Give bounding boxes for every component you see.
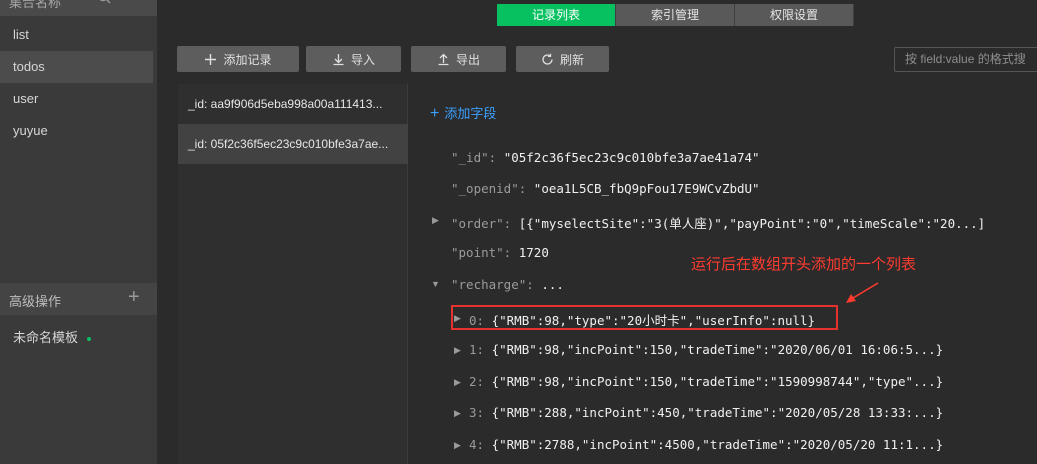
field-id: "_id": "05f2c36f5ec23c9c010bfe3a7ae41a74… bbox=[451, 150, 760, 165]
advanced-ops-header: 高级操作 + bbox=[0, 283, 157, 315]
annotation-text: 运行后在数组开头添加的一个列表 bbox=[691, 256, 917, 273]
array-value[interactable]: {"RMB":2788,"incPoint":4500,"tradeTime":… bbox=[492, 437, 944, 452]
expand-arrow-icon[interactable]: ▶ bbox=[454, 440, 461, 451]
array-value[interactable]: {"RMB":288,"incPoint":450,"tradeTime":"2… bbox=[492, 405, 944, 420]
collection-item-todos[interactable]: todos bbox=[0, 51, 153, 83]
highlight-box bbox=[451, 305, 838, 330]
collection-item-list[interactable]: list bbox=[0, 19, 153, 51]
collection-sidebar: 集合名称 + list todos user yuyue 高级操作 + 未命名模… bbox=[0, 0, 157, 464]
collection-item-yuyue[interactable]: yuyue bbox=[0, 115, 153, 147]
recharge-item: 2: {"RMB":98,"incPoint":150,"tradeTime":… bbox=[469, 374, 943, 389]
refresh-icon bbox=[542, 53, 553, 65]
record-item-selected[interactable]: _id: 05f2c36f5ec23c9c010bfe3a7ae... bbox=[178, 124, 408, 164]
tab-permissions[interactable]: 权限设置 bbox=[735, 4, 854, 26]
field-key: "point": bbox=[451, 245, 512, 260]
record-list: _id: aa9f906d5eba998a00a111413... _id: 0… bbox=[178, 84, 408, 464]
recharge-item: 4: {"RMB":2788,"incPoint":4500,"tradeTim… bbox=[469, 437, 943, 452]
plus-icon: + bbox=[430, 105, 440, 122]
tab-bar: 记录列表 索引管理 权限设置 bbox=[497, 4, 854, 26]
field-recharge: "recharge": ... bbox=[451, 277, 564, 292]
add-record-button[interactable]: 添加记录 bbox=[177, 46, 299, 72]
upload-icon bbox=[438, 53, 449, 65]
tab-records[interactable]: 记录列表 bbox=[497, 4, 616, 26]
add-record-label: 添加记录 bbox=[223, 52, 272, 67]
field-value[interactable]: "oea1L5CB_fbQ9pFou17E9WCvZbdU" bbox=[534, 181, 760, 196]
field-value[interactable]: "05f2c36f5ec23c9c010bfe3a7ae41a74" bbox=[504, 150, 760, 165]
advanced-ops-label: 高级操作 bbox=[9, 294, 62, 309]
expand-arrow-icon[interactable]: ▶ bbox=[454, 408, 461, 419]
array-index: 3: bbox=[469, 405, 485, 420]
field-value[interactable]: [{"myselectSite":"3(单人座)","payPoint":"0"… bbox=[519, 216, 985, 231]
expand-arrow-icon[interactable]: ▶ bbox=[454, 377, 461, 388]
field-value[interactable]: ... bbox=[541, 277, 564, 292]
download-icon bbox=[333, 53, 344, 65]
template-item[interactable]: 未命名模板 bbox=[13, 327, 92, 346]
field-key: "_id": bbox=[451, 150, 497, 165]
collapse-arrow-icon[interactable]: ▼ bbox=[431, 279, 440, 289]
array-index: 4: bbox=[469, 437, 485, 452]
field-order: "order": [{"myselectSite":"3(单人座)","payP… bbox=[451, 213, 985, 232]
search-icon[interactable] bbox=[97, 0, 111, 4]
add-field-button[interactable]: + 添加字段 bbox=[430, 103, 496, 123]
search-input[interactable]: 按 field:value 的格式搜 bbox=[894, 47, 1037, 72]
collection-header-label: 集合名称 bbox=[9, 0, 62, 10]
record-item[interactable]: _id: aa9f906d5eba998a00a111413... bbox=[178, 84, 408, 124]
plus-icon bbox=[205, 53, 217, 65]
add-collection-icon[interactable]: + bbox=[128, 0, 137, 4]
field-key: "order": bbox=[451, 216, 512, 231]
refresh-button[interactable]: 刷新 bbox=[516, 46, 609, 72]
import-label: 导入 bbox=[350, 52, 375, 67]
template-label: 未命名模板 bbox=[13, 330, 79, 345]
import-button[interactable]: 导入 bbox=[306, 46, 401, 72]
recharge-item: 3: {"RMB":288,"incPoint":450,"tradeTime"… bbox=[469, 405, 943, 420]
field-point: "point": 1720 bbox=[451, 245, 549, 260]
array-value[interactable]: {"RMB":98,"incPoint":150,"tradeTime":"20… bbox=[492, 342, 944, 357]
array-index: 2: bbox=[469, 374, 485, 389]
tab-indexes[interactable]: 索引管理 bbox=[616, 4, 735, 26]
array-index: 1: bbox=[469, 342, 485, 357]
field-openid: "_openid": "oea1L5CB_fbQ9pFou17E9WCvZbdU… bbox=[451, 181, 760, 196]
field-value[interactable]: 1720 bbox=[519, 245, 549, 260]
export-button[interactable]: 导出 bbox=[411, 46, 506, 72]
annotation-arrow-icon bbox=[846, 282, 879, 303]
collection-header: 集合名称 + bbox=[0, 0, 157, 16]
field-key: "_openid": bbox=[451, 181, 527, 196]
collection-item-user[interactable]: user bbox=[0, 83, 153, 115]
recharge-item: 1: {"RMB":98,"incPoint":150,"tradeTime":… bbox=[469, 342, 943, 357]
add-template-icon[interactable]: + bbox=[128, 286, 140, 309]
expand-arrow-icon[interactable]: ▶ bbox=[432, 215, 439, 226]
add-field-label: 添加字段 bbox=[444, 106, 497, 121]
export-label: 导出 bbox=[455, 52, 480, 67]
expand-arrow-icon[interactable]: ▶ bbox=[454, 345, 461, 356]
array-value[interactable]: {"RMB":98,"incPoint":150,"tradeTime":"15… bbox=[492, 374, 944, 389]
refresh-label: 刷新 bbox=[559, 52, 584, 67]
status-dot-icon bbox=[87, 336, 92, 341]
field-key: "recharge": bbox=[451, 277, 534, 292]
